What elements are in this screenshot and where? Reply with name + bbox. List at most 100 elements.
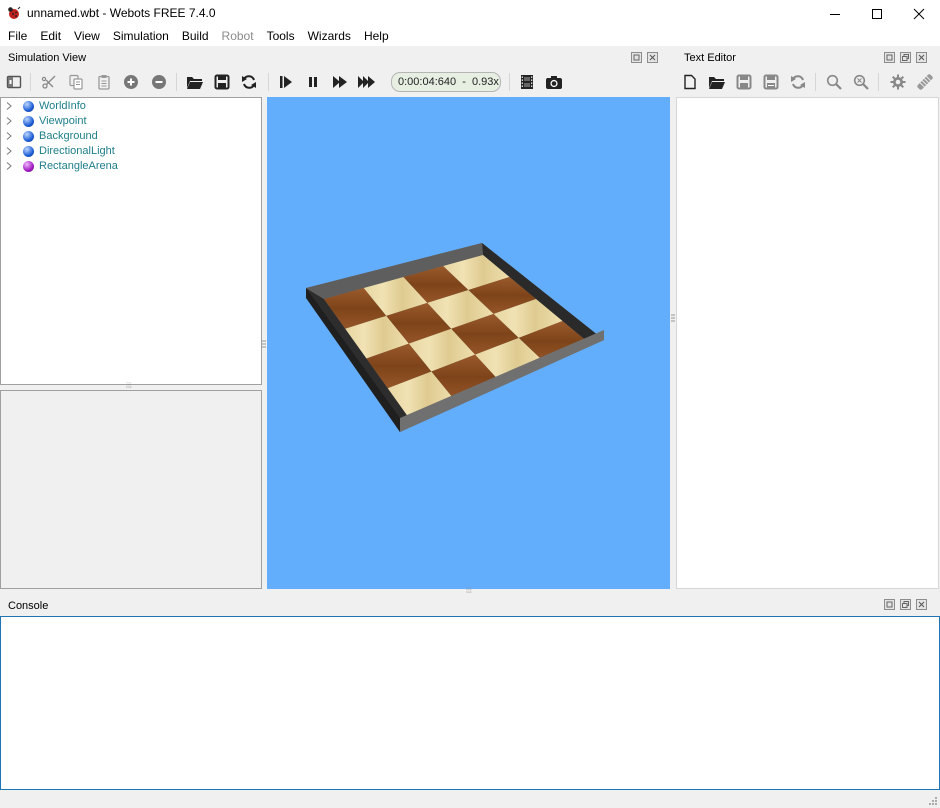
copy-icon <box>69 74 83 90</box>
find-icon <box>826 74 842 90</box>
text-editor-title: Text Editor <box>684 52 736 64</box>
resize-grip-icon[interactable] <box>928 796 938 806</box>
save-world-icon <box>214 74 230 90</box>
restore-icon[interactable] <box>884 599 895 610</box>
tree-node-label: DirectionalLight <box>39 145 115 157</box>
expand-arrow-icon[interactable] <box>6 102 12 110</box>
cut-button[interactable] <box>40 73 58 91</box>
tree-node-label: Background <box>39 130 98 142</box>
tree-node-rectanglearena[interactable]: RectangleArena <box>1 159 251 174</box>
screenshot-icon <box>546 76 562 89</box>
close-icon[interactable] <box>916 52 927 63</box>
scene-tree[interactable]: WorldInfo Viewpoint Background Direction… <box>0 97 262 385</box>
expand-arrow-icon[interactable] <box>6 132 12 140</box>
record-movie-icon <box>521 75 533 89</box>
menu-tools[interactable]: Tools <box>262 28 300 46</box>
menu-build[interactable]: Build <box>177 28 214 46</box>
save-as-button[interactable] <box>762 73 780 91</box>
tree-node-label: WorldInfo <box>39 100 86 112</box>
new-file-button[interactable] <box>681 73 699 91</box>
maximize-icon <box>872 9 882 19</box>
paste-icon <box>98 75 110 90</box>
toolbar-separator <box>878 73 879 91</box>
close-icon[interactable] <box>647 52 658 63</box>
replace-button[interactable] <box>852 73 870 91</box>
screenshot-button[interactable] <box>545 73 563 91</box>
splitter-handle[interactable]: ⁞⁞⁞ <box>126 383 132 390</box>
console-output[interactable] <box>0 616 940 790</box>
open-world-icon <box>187 77 203 89</box>
float-icon[interactable] <box>900 599 911 610</box>
title-bar: unnamed.wbt - Webots FREE 7.4.0 <box>0 0 940 28</box>
menu-bar: File Edit View Simulation Build Robot To… <box>0 28 940 46</box>
restore-icon[interactable] <box>884 52 895 63</box>
compile-button[interactable] <box>916 73 934 91</box>
tree-node-worldinfo[interactable]: WorldInfo <box>1 99 251 114</box>
tree-node-background[interactable]: Background <box>1 129 251 144</box>
menu-view[interactable]: View <box>69 28 105 46</box>
fast-button[interactable] <box>358 73 376 91</box>
minimize-button[interactable] <box>814 0 856 28</box>
compile-icon <box>917 74 933 90</box>
run-button[interactable] <box>331 73 349 91</box>
delete-node-icon <box>152 75 166 89</box>
menu-file[interactable]: File <box>3 28 32 46</box>
maximize-button[interactable] <box>856 0 898 28</box>
toolbar-separator <box>815 73 816 91</box>
simulation-timer: 0:00:04:640 - 0.93x <box>391 72 501 92</box>
revert-button[interactable] <box>789 73 807 91</box>
expand-arrow-icon[interactable] <box>6 162 12 170</box>
add-node-icon <box>124 75 138 89</box>
text-editor-area[interactable] <box>676 97 939 589</box>
step-icon <box>280 76 292 88</box>
tree-node-viewpoint[interactable]: Viewpoint <box>1 114 251 129</box>
menu-robot[interactable]: Robot <box>217 28 259 46</box>
fast-icon <box>358 76 375 88</box>
node-ball-icon <box>23 161 34 172</box>
paste-button[interactable] <box>95 73 113 91</box>
float-icon[interactable] <box>631 52 642 63</box>
status-bar <box>0 790 940 808</box>
record-movie-button[interactable] <box>518 73 536 91</box>
close-icon[interactable] <box>916 599 927 610</box>
add-node-button[interactable] <box>122 73 140 91</box>
toggle-scene-tree-button[interactable] <box>5 73 23 91</box>
field-editor-panel <box>0 390 262 589</box>
splitter-handle[interactable] <box>262 338 266 348</box>
node-ball-icon <box>23 116 34 127</box>
toggle-scene-tree-icon <box>6 75 22 89</box>
menu-simulation[interactable]: Simulation <box>108 28 174 46</box>
rectangle-arena-render[interactable] <box>267 97 670 589</box>
tree-node-directionallight[interactable]: DirectionalLight <box>1 144 251 159</box>
compile-settings-button[interactable] <box>889 73 907 91</box>
copy-button[interactable] <box>67 73 85 91</box>
console-title: Console <box>8 600 49 612</box>
find-button[interactable] <box>825 73 843 91</box>
save-as-icon <box>763 74 779 90</box>
splitter-handle[interactable]: ⁞⁞⁞ <box>466 588 472 595</box>
open-file-button[interactable] <box>708 73 726 91</box>
close-button[interactable] <box>898 0 940 28</box>
save-world-button[interactable] <box>213 73 231 91</box>
menu-wizards[interactable]: Wizards <box>303 28 356 46</box>
float-icon[interactable] <box>900 52 911 63</box>
splitter-handle[interactable] <box>671 312 675 322</box>
save-file-icon <box>736 74 752 90</box>
window-title: unnamed.wbt - Webots FREE 7.4.0 <box>27 6 216 20</box>
delete-node-button[interactable] <box>150 73 168 91</box>
ladybug-icon <box>8 6 21 19</box>
pause-button[interactable] <box>304 73 322 91</box>
step-button[interactable] <box>277 73 295 91</box>
reload-world-button[interactable] <box>240 73 258 91</box>
menu-help[interactable]: Help <box>359 28 394 46</box>
expand-arrow-icon[interactable] <box>6 147 12 155</box>
menu-edit[interactable]: Edit <box>35 28 66 46</box>
minimize-icon <box>830 14 840 15</box>
toolbar-separator <box>509 73 510 91</box>
open-world-button[interactable] <box>186 73 204 91</box>
cut-icon <box>41 75 56 89</box>
save-file-button[interactable] <box>735 73 753 91</box>
expand-arrow-icon[interactable] <box>6 117 12 125</box>
3d-viewport[interactable] <box>267 97 670 589</box>
reload-world-icon <box>242 75 256 89</box>
